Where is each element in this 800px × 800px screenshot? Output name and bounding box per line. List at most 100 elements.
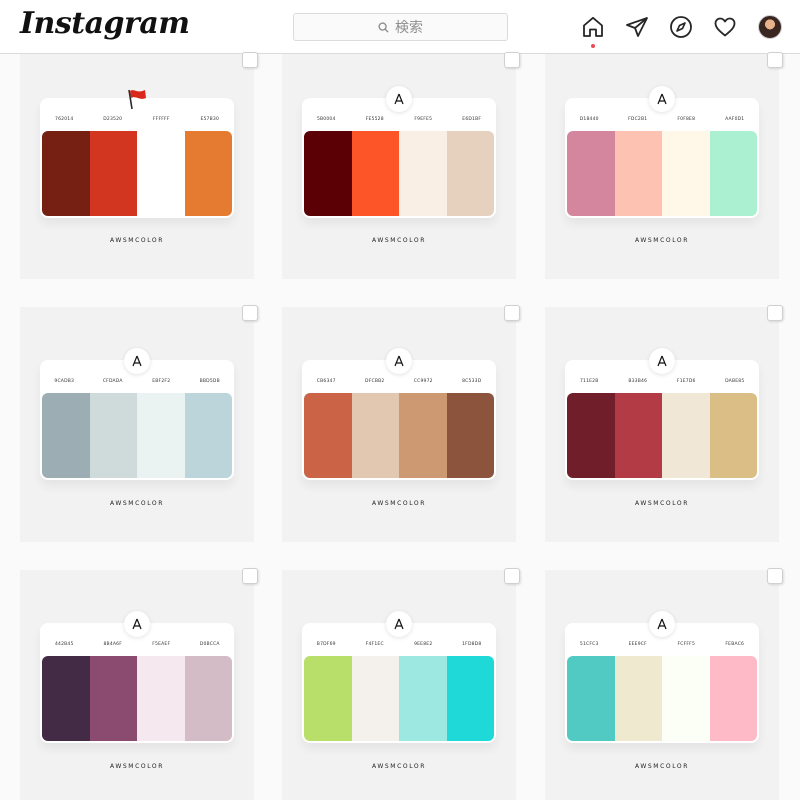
hex-code-label: E57B30: [200, 117, 220, 122]
color-swatch: [399, 131, 447, 216]
hex-code-label: FFFFFF: [152, 117, 170, 122]
palette-card: 442B45 8B4A6F F5EAEF D0BCCA: [40, 611, 234, 743]
color-swatch: [89, 393, 137, 478]
awsm-logo-icon: [649, 611, 675, 637]
hex-code-label: F5EAEF: [152, 642, 171, 647]
color-swatch: [709, 131, 757, 216]
color-swatch: [709, 393, 757, 478]
color-swatch: [304, 656, 352, 741]
hex-code-label: F1E7D6: [676, 379, 696, 384]
hex-code-label: 711E2B: [579, 379, 599, 384]
color-swatch-strip: [42, 131, 232, 216]
red-flag-icon: [124, 86, 150, 112]
multi-select-checkbox[interactable]: [767, 568, 783, 584]
color-swatch: [42, 656, 90, 741]
color-swatch: [662, 131, 710, 216]
hex-code-label: 8B4A6F: [103, 642, 123, 647]
color-swatch-strip: [567, 393, 757, 478]
hex-code-label: D0BCCA: [199, 642, 220, 647]
palette-card: 51CFC3 EEE9CF FCFFF5 FEBAC6: [565, 611, 759, 743]
brand-label: AWSMCOLOR: [109, 237, 165, 244]
multi-select-checkbox[interactable]: [504, 52, 520, 68]
color-swatch: [304, 131, 352, 216]
hex-code-label: B33B46: [628, 379, 648, 384]
color-swatch: [184, 656, 232, 741]
hex-code-label: D23520: [103, 117, 123, 122]
color-swatch: [351, 393, 399, 478]
palette-card: 5B0004 FE5528 F9EFE5 E6D1BF: [302, 86, 496, 218]
hex-code-label: B7DF69: [316, 642, 336, 647]
post-tile[interactable]: 5B0004 FE5528 F9EFE5 E6D1BF AWSMCOLOR: [282, 52, 520, 279]
post-tile[interactable]: B7DF69 F4F1EC 9EE8E2 1FD8D8 AWSMCOLOR: [282, 568, 520, 800]
awsm-logo-icon: [124, 611, 150, 637]
hex-code-label: BBD5DB: [199, 379, 220, 384]
awsm-logo-icon: [124, 348, 150, 374]
color-swatch: [614, 393, 662, 478]
color-swatch-strip: [304, 656, 494, 741]
hex-code-label: DABE85: [725, 379, 745, 384]
hex-code-row: 442B45 8B4A6F F5EAEF D0BCCA: [40, 642, 234, 647]
awsm-logo-icon: [649, 86, 675, 112]
post-tile[interactable]: D18440 FDC2B1 F0F8E8 AAF0D1 AWSMCOLOR: [545, 52, 783, 279]
post-tile[interactable]: 51CFC3 EEE9CF FCFFF5 FEBAC6 AWSMCOLOR: [545, 568, 783, 800]
hex-code-label: CB6347: [316, 379, 336, 384]
color-swatch: [89, 131, 137, 216]
hex-code-label: FCFFF5: [677, 642, 696, 647]
direct-message-icon[interactable]: [624, 14, 650, 40]
multi-select-checkbox[interactable]: [242, 52, 258, 68]
hex-code-row: 762014 D23520 FFFFFF E57B30: [40, 117, 234, 122]
multi-select-checkbox[interactable]: [767, 52, 783, 68]
profile-avatar[interactable]: [758, 15, 782, 39]
color-swatch: [446, 393, 494, 478]
palette-card: CB6347 DFCBB2 CC9972 8C533D: [302, 348, 496, 480]
color-swatch: [137, 393, 185, 478]
hex-code-label: 762014: [55, 117, 74, 122]
color-swatch: [137, 656, 185, 741]
post-tile[interactable]: 9CADB3 CFDADA EBF2F2 BBD5DB AWSMCOLOR: [20, 305, 258, 542]
activity-heart-icon[interactable]: [712, 14, 738, 40]
hex-code-label: 9CADB3: [54, 379, 75, 384]
post-tile[interactable]: 711E2B B33B46 F1E7D6 DABE85 AWSMCOLOR: [545, 305, 783, 542]
multi-select-checkbox[interactable]: [504, 305, 520, 321]
color-swatch-strip: [42, 393, 232, 478]
color-swatch-strip: [42, 656, 232, 741]
hex-code-label: 9EE8E2: [414, 642, 433, 647]
hex-code-label: 5B0004: [316, 117, 336, 122]
hex-code-label: 442B45: [54, 642, 74, 647]
color-swatch: [662, 393, 710, 478]
post-tile[interactable]: CB6347 DFCBB2 CC9972 8C533D AWSMCOLOR: [282, 305, 520, 542]
multi-select-checkbox[interactable]: [242, 305, 258, 321]
color-swatch: [351, 656, 399, 741]
home-icon[interactable]: [580, 14, 606, 40]
color-swatch: [446, 656, 494, 741]
color-swatch: [662, 656, 710, 741]
hex-code-label: AAF0D1: [725, 117, 745, 122]
multi-select-checkbox[interactable]: [504, 568, 520, 584]
post-tile[interactable]: 762014 D23520 FFFFFF E57B30 AWSMCOLOR: [20, 52, 258, 279]
palette-card: 762014 D23520 FFFFFF E57B30: [40, 89, 234, 218]
color-swatch-strip: [567, 131, 757, 216]
color-swatch: [567, 131, 615, 216]
color-swatch: [709, 656, 757, 741]
hex-code-label: F0F8E8: [677, 117, 696, 122]
home-active-indicator: [591, 44, 595, 48]
color-swatch: [89, 656, 137, 741]
hex-code-row: CB6347 DFCBB2 CC9972 8C533D: [302, 379, 496, 384]
hex-code-label: E6D1BF: [462, 117, 482, 122]
explore-compass-icon[interactable]: [668, 14, 694, 40]
search-input[interactable]: 検索: [293, 13, 508, 41]
color-swatch-strip: [567, 656, 757, 741]
multi-select-checkbox[interactable]: [242, 568, 258, 584]
hex-code-label: FDC2B1: [628, 117, 648, 122]
color-swatch: [137, 131, 185, 216]
multi-select-checkbox[interactable]: [767, 305, 783, 321]
hex-code-row: D18440 FDC2B1 F0F8E8 AAF0D1: [565, 117, 759, 122]
search-icon: [378, 21, 389, 33]
awsm-logo-icon: [649, 348, 675, 374]
color-swatch: [351, 131, 399, 216]
brand-label: AWSMCOLOR: [371, 500, 427, 507]
post-tile[interactable]: 442B45 8B4A6F F5EAEF D0BCCA AWSMCOLOR: [20, 568, 258, 800]
instagram-logo[interactable]: Instagram: [20, 6, 190, 41]
top-navigation-bar: Instagram 検索: [0, 0, 800, 54]
hex-code-label: 8C533D: [462, 379, 482, 384]
